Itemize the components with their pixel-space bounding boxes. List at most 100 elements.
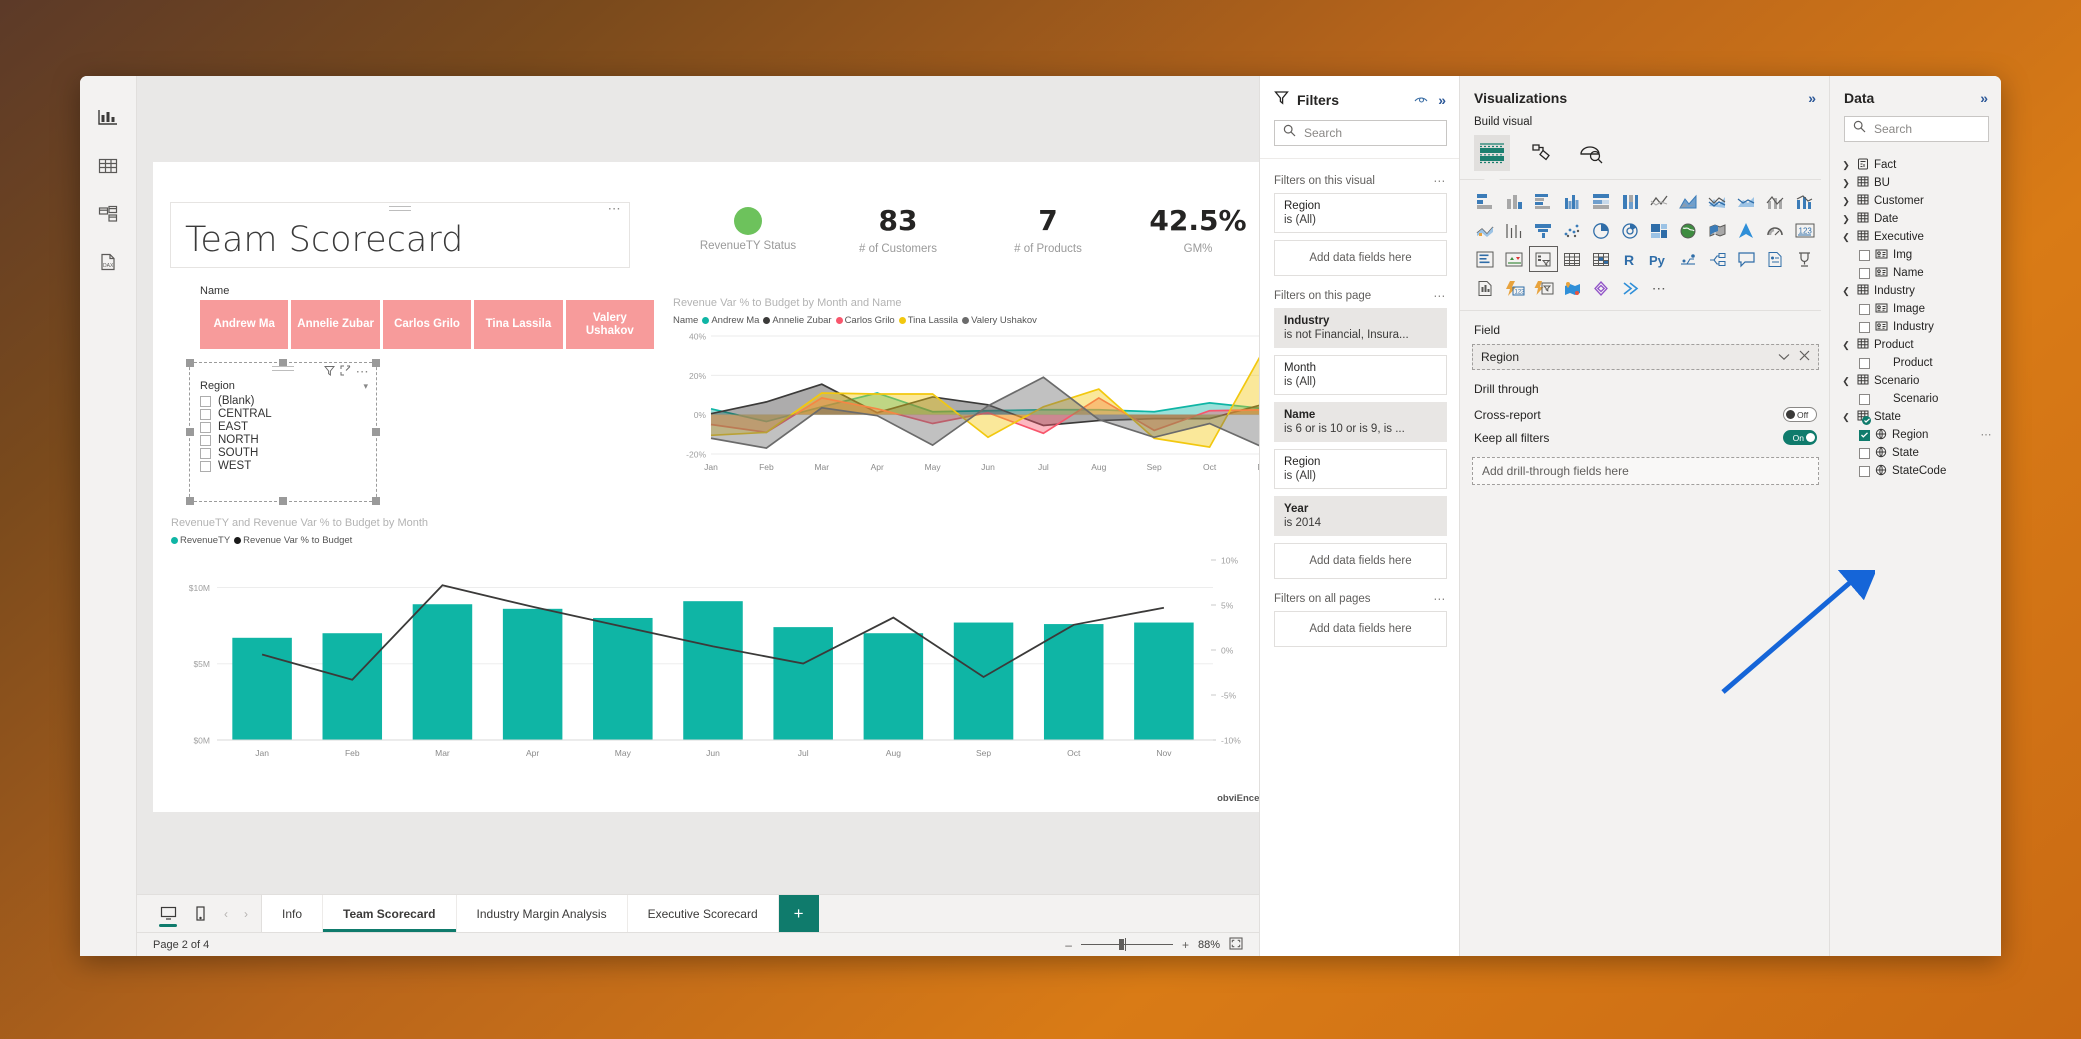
more-options-icon[interactable]: ⋯ bbox=[1433, 290, 1447, 302]
combo-chart-visual[interactable]: RevenueTY and Revenue Var % to Budget by… bbox=[171, 517, 1259, 797]
map-icon[interactable] bbox=[1675, 218, 1702, 242]
area-chart-visual[interactable]: Revenue Var % to Budget by Month and Nam… bbox=[673, 297, 1259, 487]
chevron-down-icon[interactable]: ❮ bbox=[1840, 412, 1852, 423]
checkbox[interactable] bbox=[1859, 249, 1870, 261]
line-and-stacked-column-chart-icon[interactable] bbox=[1733, 189, 1760, 213]
slicer-item-blank[interactable]: (Blank) bbox=[190, 395, 376, 408]
resize-handle-left-center[interactable] bbox=[186, 428, 194, 436]
filters-search-box[interactable] bbox=[1274, 120, 1447, 146]
legend-item[interactable]: RevenueTY bbox=[171, 535, 230, 546]
checkbox[interactable] bbox=[200, 395, 211, 407]
slicer-item-south[interactable]: SOUTH bbox=[190, 447, 376, 460]
chevron-down-icon[interactable]: ❮ bbox=[1840, 376, 1852, 387]
more-options-icon[interactable]: ⋯ bbox=[608, 202, 622, 215]
paginated-report-icon[interactable] bbox=[1791, 247, 1818, 271]
slicer-item-central[interactable]: CENTRAL bbox=[190, 408, 376, 421]
waterfall-chart-icon[interactable] bbox=[1472, 218, 1499, 242]
chevron-down-icon[interactable]: ▾ bbox=[363, 381, 368, 392]
data-search-input[interactable] bbox=[1874, 122, 1980, 136]
filter-card-year[interactable]: Year is 2014 bbox=[1274, 496, 1447, 536]
table-node-state[interactable]: ❮ State bbox=[1830, 408, 2001, 426]
checkbox[interactable] bbox=[1859, 393, 1870, 405]
line-chart-icon[interactable] bbox=[1646, 189, 1673, 213]
dax-query-view-button[interactable]: DAX bbox=[85, 238, 131, 286]
table-node-bu[interactable]: ❯ BU bbox=[1830, 174, 2001, 192]
checkbox[interactable] bbox=[200, 447, 211, 459]
page-tab-info[interactable]: Info bbox=[262, 895, 324, 932]
chevron-right-icon[interactable]: ❯ bbox=[1840, 196, 1852, 207]
checkbox[interactable] bbox=[200, 408, 211, 420]
table-icon[interactable] bbox=[1559, 247, 1586, 271]
model-view-button[interactable] bbox=[85, 190, 131, 238]
legend-item[interactable]: Annelie Zubar bbox=[763, 315, 832, 326]
filled-map-icon[interactable] bbox=[1704, 218, 1731, 242]
table-node-fact[interactable]: ❯ Fact bbox=[1830, 156, 2001, 174]
field-node-image[interactable]: Image bbox=[1830, 300, 2001, 318]
table-node-executive[interactable]: ❮ Executive bbox=[1830, 228, 2001, 246]
arcgis-maps-icon[interactable] bbox=[1559, 276, 1586, 300]
table-node-industry[interactable]: ❮ Industry bbox=[1830, 282, 2001, 300]
checkbox[interactable] bbox=[1859, 321, 1870, 333]
field-node-region[interactable]: Region ⋯ bbox=[1830, 426, 2001, 444]
line-and-clustered-column-chart-icon[interactable] bbox=[1762, 189, 1789, 213]
chevron-down-icon[interactable]: ❮ bbox=[1840, 340, 1852, 351]
donut-chart-icon[interactable] bbox=[1617, 218, 1644, 242]
zoom-slider-thumb[interactable] bbox=[1118, 938, 1126, 951]
region-slicer-visual[interactable]: ⋯ Region ▾ (Blank) CENTRAL EAST NORTH SO… bbox=[186, 359, 380, 505]
resize-handle-bottom-right[interactable] bbox=[372, 497, 380, 505]
slicer-icon[interactable] bbox=[1529, 246, 1558, 272]
eye-icon[interactable] bbox=[1414, 95, 1430, 106]
treemap-icon[interactable] bbox=[1646, 218, 1673, 242]
field-well-region[interactable]: Region bbox=[1472, 344, 1819, 370]
chiclet-annelie-zubar[interactable]: Annelie Zubar bbox=[291, 300, 380, 349]
filter-dropzone-all-pages[interactable]: Add data fields here bbox=[1274, 611, 1447, 647]
field-node-statecode[interactable]: StateCode bbox=[1830, 462, 2001, 480]
scatter-chart-icon[interactable] bbox=[1530, 218, 1557, 242]
chevron-right-icon[interactable]: ❯ bbox=[1840, 160, 1852, 171]
power-automate-slicer-icon[interactable] bbox=[1530, 276, 1557, 300]
page-tab-industry-margin-analysis[interactable]: Industry Margin Analysis bbox=[456, 895, 628, 932]
resize-handle-bottom-left[interactable] bbox=[186, 497, 194, 505]
more-options-icon[interactable]: ⋯ bbox=[356, 365, 370, 378]
kpi-card-revenuety-status[interactable]: RevenueTY Status bbox=[673, 204, 823, 255]
legend-item[interactable]: Andrew Ma bbox=[702, 315, 759, 326]
kpi-card-gm-percent[interactable]: 42.5% GM% bbox=[1123, 204, 1259, 255]
chiclet-valery-ushakov[interactable]: Valery Ushakov bbox=[565, 300, 655, 349]
report-view-button[interactable] bbox=[85, 94, 131, 142]
chevron-down-icon[interactable]: ❮ bbox=[1840, 286, 1852, 297]
table-node-product[interactable]: ❮ Product bbox=[1830, 336, 2001, 354]
100-percent-stacked-column-chart-icon[interactable] bbox=[1617, 189, 1644, 213]
chiclet-tina-lassila[interactable]: Tina Lassila bbox=[474, 300, 563, 349]
kpi-card-products[interactable]: 7 # of Products bbox=[973, 204, 1123, 255]
checkbox[interactable] bbox=[200, 434, 211, 446]
ribbon-chart-icon[interactable] bbox=[1791, 189, 1818, 213]
zoom-out-button[interactable]: – bbox=[1065, 939, 1072, 951]
more-options-icon[interactable]: ⋯ bbox=[1981, 429, 1994, 440]
fit-to-page-icon[interactable] bbox=[1229, 936, 1243, 953]
key-influencers-icon[interactable] bbox=[1704, 247, 1731, 271]
field-node-industry[interactable]: Industry bbox=[1830, 318, 2001, 336]
title-text-visual[interactable]: ⋯ Team Scorecard bbox=[170, 202, 630, 268]
clustered-column-chart-icon[interactable] bbox=[1559, 189, 1586, 213]
scatter-dot-chart-icon[interactable] bbox=[1559, 218, 1586, 242]
clustered-bar-chart-icon[interactable] bbox=[1530, 189, 1557, 213]
drag-grip-icon[interactable] bbox=[272, 366, 294, 374]
field-node-img[interactable]: Img bbox=[1830, 246, 2001, 264]
drill-through-dropzone[interactable]: Add drill-through fields here bbox=[1472, 457, 1819, 485]
canvas-scroll-area[interactable]: ⋯ Team Scorecard Name Andrew Ma Annelie … bbox=[137, 76, 1259, 894]
build-visual-tab[interactable] bbox=[1474, 135, 1510, 180]
power-automate-icon[interactable]: 123 bbox=[1501, 276, 1528, 300]
checkbox[interactable] bbox=[1859, 357, 1870, 369]
add-page-button[interactable]: + bbox=[778, 895, 819, 932]
r-script-visual-icon[interactable]: R bbox=[1617, 247, 1644, 271]
zoom-in-button[interactable]: + bbox=[1182, 939, 1189, 951]
checkbox[interactable] bbox=[200, 421, 211, 433]
python-visual-icon[interactable]: Py bbox=[1646, 247, 1673, 271]
stacked-column-chart-icon[interactable] bbox=[1501, 189, 1528, 213]
decomposition-tree-icon[interactable] bbox=[1675, 247, 1702, 271]
kpi-icon[interactable] bbox=[1501, 247, 1528, 271]
chiclet-andrew-ma[interactable]: Andrew Ma bbox=[200, 300, 289, 349]
checkbox[interactable] bbox=[1859, 465, 1870, 477]
deneb-icon[interactable] bbox=[1588, 276, 1615, 300]
prev-page-button[interactable]: ‹ bbox=[217, 907, 235, 921]
